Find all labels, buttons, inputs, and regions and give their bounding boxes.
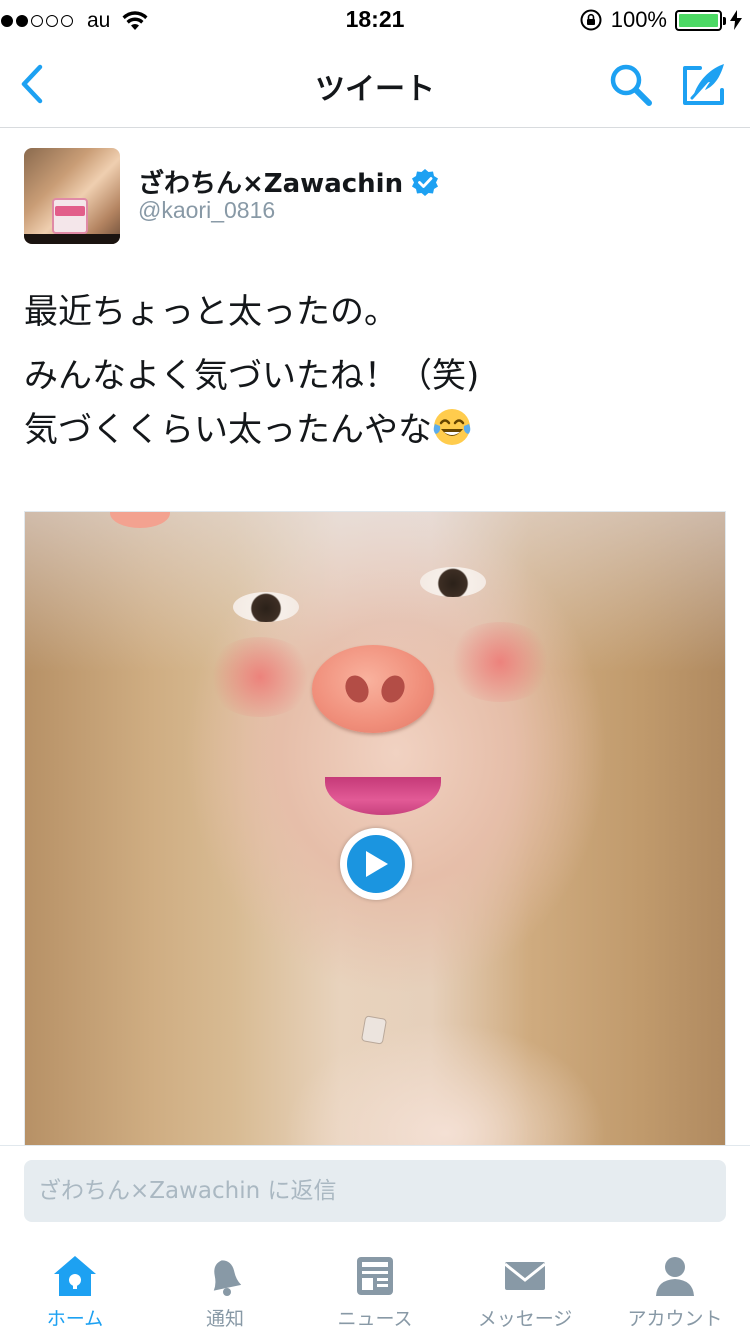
avatar[interactable] — [24, 148, 120, 244]
tab-bar: ホーム 通知 ニュース メッセージ アカウント — [0, 1240, 750, 1334]
tab-news[interactable]: ニュース — [300, 1240, 450, 1334]
news-icon — [357, 1257, 393, 1295]
tab-messages[interactable]: メッセージ — [450, 1240, 600, 1334]
tab-notifications-label: 通知 — [205, 1308, 244, 1330]
play-button[interactable] — [340, 828, 412, 900]
tab-account-label: アカウント — [627, 1308, 723, 1330]
tweet-text-line-3-row: 気づくくらい太ったんやな — [24, 403, 724, 457]
play-icon — [366, 851, 388, 877]
author-name[interactable]: ざわちん×Zawachin — [138, 163, 403, 200]
navigation-bar: ツイート — [0, 40, 750, 128]
compose-tweet-icon[interactable] — [680, 60, 730, 108]
reply-input[interactable] — [24, 1160, 726, 1222]
rotation-lock-icon — [580, 9, 602, 31]
envelope-icon — [504, 1262, 546, 1290]
tab-messages-label: メッセージ — [477, 1308, 573, 1330]
tweet-video-thumbnail[interactable] — [24, 511, 726, 1147]
battery-percentage: 100% — [610, 7, 667, 32]
author-row: ざわちん×Zawachin — [138, 163, 439, 200]
tab-home-label: ホーム — [46, 1308, 104, 1330]
reply-bar — [0, 1145, 750, 1239]
search-icon[interactable] — [606, 60, 656, 108]
tweet-text-line-2: みんなよく気づいたね！（笑) — [24, 356, 480, 396]
author-handle[interactable]: @kaori_0816 — [138, 197, 275, 224]
person-icon — [656, 1257, 694, 1296]
charging-bolt-icon — [730, 10, 742, 30]
status-bar: au 18:21 100% — [0, 0, 750, 40]
tweet-text-line-3: 気づくくらい太ったんやな — [24, 410, 432, 450]
status-right: 100% — [579, 7, 742, 33]
tweet-text: 最近ちょっと太ったの。 みんなよく気づいたね！（笑) 気づくくらい太ったんやな — [24, 285, 724, 457]
bell-icon — [213, 1260, 242, 1296]
tab-notifications[interactable]: 通知 — [150, 1240, 300, 1334]
tweet-text-line-1: 最近ちょっと太ったの。 — [24, 292, 398, 332]
home-icon — [54, 1256, 96, 1296]
verified-badge-icon — [412, 168, 439, 196]
pig-nose-filter — [312, 645, 434, 733]
tab-account[interactable]: アカウント — [600, 1240, 750, 1334]
tab-news-label: ニュース — [337, 1308, 413, 1330]
face-with-tears-of-joy-icon — [433, 409, 471, 445]
battery-icon — [675, 9, 726, 31]
tab-home[interactable]: ホーム — [0, 1240, 150, 1334]
